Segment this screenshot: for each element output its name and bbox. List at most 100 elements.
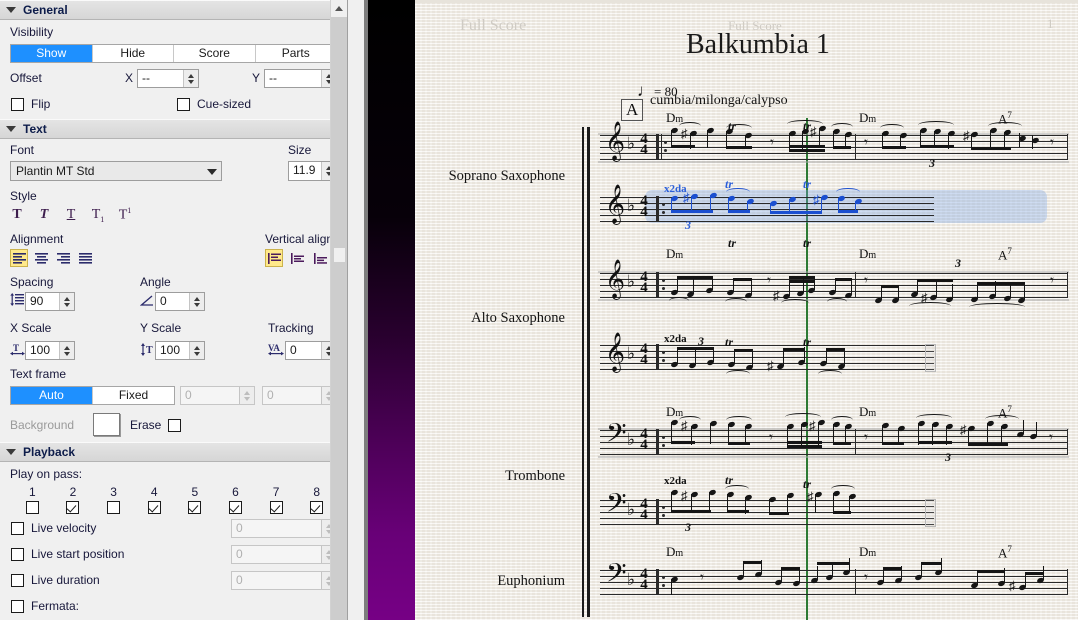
y-scale-arrows[interactable] — [189, 342, 204, 359]
cue-sized-checkbox[interactable] — [177, 97, 190, 111]
arrow-up-icon[interactable] — [64, 296, 70, 301]
offset-y-stepper[interactable]: -- — [264, 69, 337, 88]
bass-clef-icon[interactable]: 𝄢 — [606, 420, 627, 452]
score-view[interactable]: Full Score Full Score 1 Balkumbia 1 ♩= 8… — [415, 0, 1078, 620]
pass-7-checkbox[interactable] — [269, 501, 283, 515]
chord-symbol[interactable]: Dm — [859, 110, 876, 126]
key-signature-flat[interactable]: ♭ — [627, 272, 635, 292]
flip-checkbox-row[interactable]: Flip — [11, 97, 50, 111]
chevron-down-icon[interactable] — [6, 126, 16, 132]
repeat-barline-start[interactable] — [656, 429, 659, 455]
pass-2[interactable]: 2 — [53, 485, 94, 515]
instrument-name-alto-saxophone[interactable]: Alto Saxophone — [435, 310, 565, 327]
text-frame-option-fixed[interactable]: Fixed — [93, 387, 174, 404]
pass-2-checkbox[interactable] — [66, 501, 80, 515]
live-start-position-stepper[interactable]: 0 — [231, 545, 337, 564]
live-start-position-row[interactable]: Live start position — [11, 547, 124, 561]
trill-marking[interactable]: tr — [803, 177, 811, 192]
scrollbar-thumb[interactable] — [334, 248, 345, 262]
key-signature-flat[interactable]: ♭ — [627, 196, 635, 216]
ossia-label-x2da[interactable]: x2da — [664, 475, 687, 487]
live-velocity-row[interactable]: Live velocity — [11, 521, 96, 535]
trill-marking[interactable]: tr — [728, 236, 736, 251]
key-signature-flat[interactable]: ♭ — [627, 500, 635, 520]
repeat-barline-start[interactable] — [656, 499, 659, 525]
chord-symbol[interactable]: Dm — [859, 404, 876, 420]
rehearsal-mark[interactable]: A — [621, 99, 644, 121]
trill-marking[interactable]: tr — [803, 236, 811, 251]
y-scale-value[interactable]: 100 — [156, 342, 189, 359]
repeat-barline-start[interactable] — [656, 272, 659, 298]
tuplet-marking[interactable]: 3 — [945, 450, 951, 465]
tuplet-marking[interactable]: 3 — [685, 218, 691, 233]
frame-width-value[interactable]: 0 — [181, 387, 239, 404]
offset-y-value[interactable]: -- — [265, 70, 321, 87]
align-center-icon[interactable] — [32, 249, 50, 267]
chevron-down-icon[interactable] — [6, 449, 16, 455]
pass-3-checkbox[interactable] — [107, 501, 121, 515]
arrow-up-icon[interactable] — [194, 296, 200, 301]
frame-height-stepper[interactable]: 0 — [262, 386, 337, 405]
barline-measure-1[interactable] — [855, 429, 856, 455]
barline-measure-2[interactable] — [1067, 134, 1068, 160]
time-signature[interactable]: 4 4 — [637, 194, 651, 220]
live-duration-value[interactable]: 0 — [232, 572, 321, 589]
repeat-barline-start[interactable] — [656, 569, 659, 595]
section-header-general[interactable]: General — [0, 0, 347, 20]
section-header-text[interactable]: Text — [0, 119, 347, 139]
instrument-name-trombone[interactable]: Trombone — [435, 468, 565, 485]
visibility-option-score[interactable]: Score — [174, 45, 256, 62]
time-signature[interactable]: 4 4 — [637, 427, 651, 453]
pass-1[interactable]: 1 — [12, 485, 53, 515]
instrument-name-euphonium[interactable]: Euphonium — [435, 573, 565, 590]
spacing-stepper[interactable]: 90 — [25, 292, 75, 311]
barline-measure-2[interactable] — [1067, 429, 1068, 455]
background-color-swatch[interactable] — [93, 413, 120, 436]
pass-6-checkbox[interactable] — [228, 501, 242, 515]
style-text[interactable]: cumbia/milonga/calypso — [650, 93, 788, 109]
arrow-up-icon[interactable] — [194, 345, 200, 350]
arrow-up-icon[interactable] — [244, 390, 250, 395]
offset-x-stepper[interactable]: -- — [137, 69, 199, 88]
tuplet-marking[interactable]: 3 — [685, 520, 691, 535]
text-frame-option-auto[interactable]: Auto — [11, 387, 93, 404]
erase-checkbox[interactable] — [168, 418, 182, 432]
arrow-up-icon[interactable] — [64, 345, 70, 350]
live-duration-stepper[interactable]: 0 — [231, 571, 337, 590]
arrow-down-icon[interactable] — [194, 351, 200, 356]
live-start-position-checkbox[interactable] — [11, 547, 24, 561]
treble-clef-icon[interactable]: 𝄞 — [605, 263, 625, 297]
instrument-name-soprano-saxophone[interactable]: Soprano Saxophone — [435, 168, 565, 185]
chord-symbol[interactable]: Dm — [666, 544, 683, 560]
tuplet-marking[interactable]: 3 — [929, 156, 935, 171]
repeat-barline-start[interactable] — [656, 196, 659, 222]
tracking-value[interactable]: 0 — [286, 342, 321, 359]
pass-3[interactable]: 3 — [93, 485, 134, 515]
alignment-buttons[interactable] — [10, 249, 94, 267]
ossia-label-x2da[interactable]: x2da — [664, 333, 687, 345]
live-velocity-checkbox[interactable] — [11, 521, 24, 535]
live-velocity-value[interactable]: 0 — [232, 520, 321, 537]
erase-checkbox-row[interactable]: Erase — [130, 418, 182, 432]
visibility-option-parts[interactable]: Parts — [255, 45, 336, 62]
visibility-segmented-control[interactable]: Show Hide Score Parts — [10, 44, 337, 63]
barline-measure-2[interactable] — [1067, 569, 1068, 595]
inspector-scrollbar[interactable] — [330, 0, 347, 620]
spacing-arrows[interactable] — [59, 293, 74, 310]
treble-clef-icon[interactable]: 𝄞 — [605, 188, 625, 222]
time-signature[interactable]: 4 4 — [637, 497, 651, 523]
live-duration-row[interactable]: Live duration — [11, 573, 100, 587]
italic-icon[interactable]: T — [35, 206, 53, 224]
scrollbar-track[interactable] — [331, 17, 347, 620]
chevron-up-icon[interactable] — [335, 6, 343, 11]
key-signature-flat[interactable]: ♭ — [627, 430, 635, 450]
barline-measure-1[interactable] — [855, 569, 856, 595]
x-scale-value[interactable]: 100 — [26, 342, 59, 359]
key-signature-flat[interactable]: ♭ — [627, 134, 635, 154]
align-right-icon[interactable] — [54, 249, 72, 267]
pass-5-checkbox[interactable] — [188, 501, 202, 515]
x-scale-arrows[interactable] — [59, 342, 74, 359]
valign-bottom-icon[interactable] — [311, 249, 329, 267]
chord-symbol[interactable]: Dm — [859, 544, 876, 560]
repeat-barline-start[interactable] — [656, 134, 659, 160]
